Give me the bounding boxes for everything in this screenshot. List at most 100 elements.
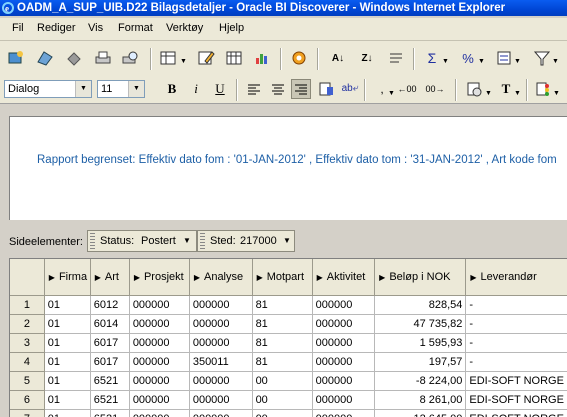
table-cell[interactable]: EDI-SOFT NORGE (466, 372, 567, 391)
menu-fil[interactable]: Fil (12, 22, 24, 34)
chevron-down-icon[interactable]: ▼ (442, 58, 449, 65)
table-cell[interactable]: 01 (44, 353, 90, 372)
column-header-belop[interactable]: ▶Beløp i NOK (375, 259, 466, 296)
filter-icon[interactable] (532, 48, 552, 68)
open-workbook-icon[interactable] (35, 48, 55, 68)
chevron-down-icon[interactable]: ▼ (553, 90, 560, 97)
graph-icon[interactable] (252, 48, 272, 68)
table-cell[interactable]: 000000 (129, 372, 189, 391)
table-cell[interactable]: - (466, 334, 567, 353)
chevron-down-icon[interactable]: ▼ (514, 90, 521, 97)
table-cell[interactable]: 6521 (90, 391, 129, 410)
table-cell[interactable]: 6017 (90, 334, 129, 353)
chevron-down-icon[interactable]: ▼ (183, 236, 191, 245)
new-workbook-icon[interactable] (6, 48, 26, 68)
refresh-icon[interactable] (289, 48, 309, 68)
sort-descending-icon[interactable]: Z↓ (357, 48, 377, 68)
sum-icon[interactable]: Σ (422, 48, 442, 68)
table-cell[interactable]: 1 595,93 (375, 334, 466, 353)
table-cell[interactable]: 6521 (90, 372, 129, 391)
table-cell[interactable]: 000000 (189, 372, 252, 391)
table-cell[interactable]: 01 (44, 372, 90, 391)
conditional-format-icon[interactable] (464, 79, 484, 99)
table-layout-icon[interactable] (158, 48, 178, 68)
table-cell[interactable]: 000000 (129, 334, 189, 353)
chevron-down-icon[interactable]: ▼ (388, 90, 395, 97)
table-cell[interactable]: 000000 (129, 315, 189, 334)
table-row[interactable]: 3016017000000000000810000001 595,93- (10, 334, 567, 353)
table-cell[interactable]: 000000 (312, 372, 375, 391)
menu-format[interactable]: Format (118, 22, 153, 34)
column-header-prosjekt[interactable]: ▶Prosjekt (129, 259, 189, 296)
table-cell[interactable]: 000000 (312, 315, 375, 334)
edit-sheet-icon[interactable] (196, 48, 216, 68)
page-item-status[interactable]: Status: Postert ▼ (87, 230, 197, 252)
table-cell[interactable]: 000000 (312, 391, 375, 410)
table-cell[interactable]: 000000 (129, 391, 189, 410)
table-cell[interactable]: 000000 (312, 353, 375, 372)
table-cell[interactable]: 47 735,82 (375, 315, 466, 334)
table-cell[interactable]: 6014 (90, 315, 129, 334)
table-cell[interactable]: 81 (252, 315, 312, 334)
menu-verktoy[interactable]: Verktøy (166, 22, 203, 34)
table-row[interactable]: 101601200000000000081000000828,54- (10, 296, 567, 315)
align-left-icon[interactable] (244, 79, 264, 99)
table-cell[interactable]: EDI-SOFT NORGE (466, 391, 567, 410)
underline-button[interactable]: U (210, 79, 230, 99)
column-header-firma[interactable]: ▶Firma (44, 259, 90, 296)
row-number[interactable]: 1 (10, 296, 44, 315)
text-format-icon[interactable]: T (496, 79, 516, 99)
align-center-icon[interactable] (268, 79, 288, 99)
bold-button[interactable]: B (162, 79, 182, 99)
font-style-select[interactable]: Dialog ▼ (4, 80, 92, 98)
align-right-icon[interactable] (291, 79, 311, 99)
column-header-analyse[interactable]: ▶Analyse (189, 259, 252, 296)
row-number[interactable]: 2 (10, 315, 44, 334)
table-cell[interactable]: 00 (252, 372, 312, 391)
format-painter-icon[interactable] (316, 79, 336, 99)
table-row[interactable]: 20160140000000000008100000047 735,82- (10, 315, 567, 334)
table-cell[interactable]: 000000 (189, 391, 252, 410)
table-cell[interactable]: 00 (252, 391, 312, 410)
table-cell[interactable]: -8 224,00 (375, 372, 466, 391)
column-header-aktivitet[interactable]: ▶Aktivitet (312, 259, 375, 296)
table-cell[interactable]: 000000 (189, 315, 252, 334)
table-cell[interactable]: 01 (44, 315, 90, 334)
table-cell[interactable]: - (466, 296, 567, 315)
table-row[interactable]: 401601700000035001181000000197,57- (10, 353, 567, 372)
chevron-down-icon[interactable]: ▼ (485, 90, 492, 97)
chevron-down-icon[interactable]: ▼ (283, 236, 291, 245)
table-cell[interactable]: 01 (44, 296, 90, 315)
increase-decimals-icon[interactable]: ←00 (397, 79, 417, 99)
table-cell[interactable]: 01 (44, 334, 90, 353)
table-cell[interactable]: 197,57 (375, 353, 466, 372)
menu-vis[interactable]: Vis (88, 22, 103, 34)
row-number[interactable]: 3 (10, 334, 44, 353)
chevron-down-icon[interactable]: ▼ (514, 58, 521, 65)
crosstab-icon[interactable] (224, 48, 244, 68)
table-cell[interactable]: 6017 (90, 353, 129, 372)
page-item-sted[interactable]: Sted: 217000 ▼ (197, 230, 295, 252)
table-cell[interactable]: 81 (252, 334, 312, 353)
table-cell[interactable]: 000000 (189, 334, 252, 353)
italic-button[interactable]: i (186, 79, 206, 99)
column-header-motpart[interactable]: ▶Motpart (252, 259, 312, 296)
chevron-down-icon[interactable]: ▼ (478, 58, 485, 65)
pivot-icon[interactable] (386, 48, 406, 68)
row-number[interactable]: 6 (10, 391, 44, 410)
wrap-text-icon[interactable]: ab⤶ (340, 79, 360, 99)
font-size-select[interactable]: 11 ▼ (97, 80, 145, 98)
decrease-decimals-icon[interactable]: 00→ (425, 79, 445, 99)
table-row[interactable]: 6016521000000000000000000008 261,00EDI-S… (10, 391, 567, 410)
save-icon[interactable] (64, 48, 84, 68)
chevron-down-icon[interactable]: ▼ (75, 81, 91, 97)
sort-ascending-icon[interactable]: A↓ (328, 48, 348, 68)
table-cell[interactable]: 81 (252, 353, 312, 372)
chevron-down-icon[interactable]: ▼ (180, 58, 187, 65)
drag-handle-icon[interactable] (90, 233, 95, 249)
print-icon[interactable] (93, 48, 113, 68)
table-cell[interactable]: 000000 (129, 296, 189, 315)
table-cell[interactable]: 828,54 (375, 296, 466, 315)
table-cell[interactable]: - (466, 315, 567, 334)
table-cell[interactable]: 350011 (189, 353, 252, 372)
